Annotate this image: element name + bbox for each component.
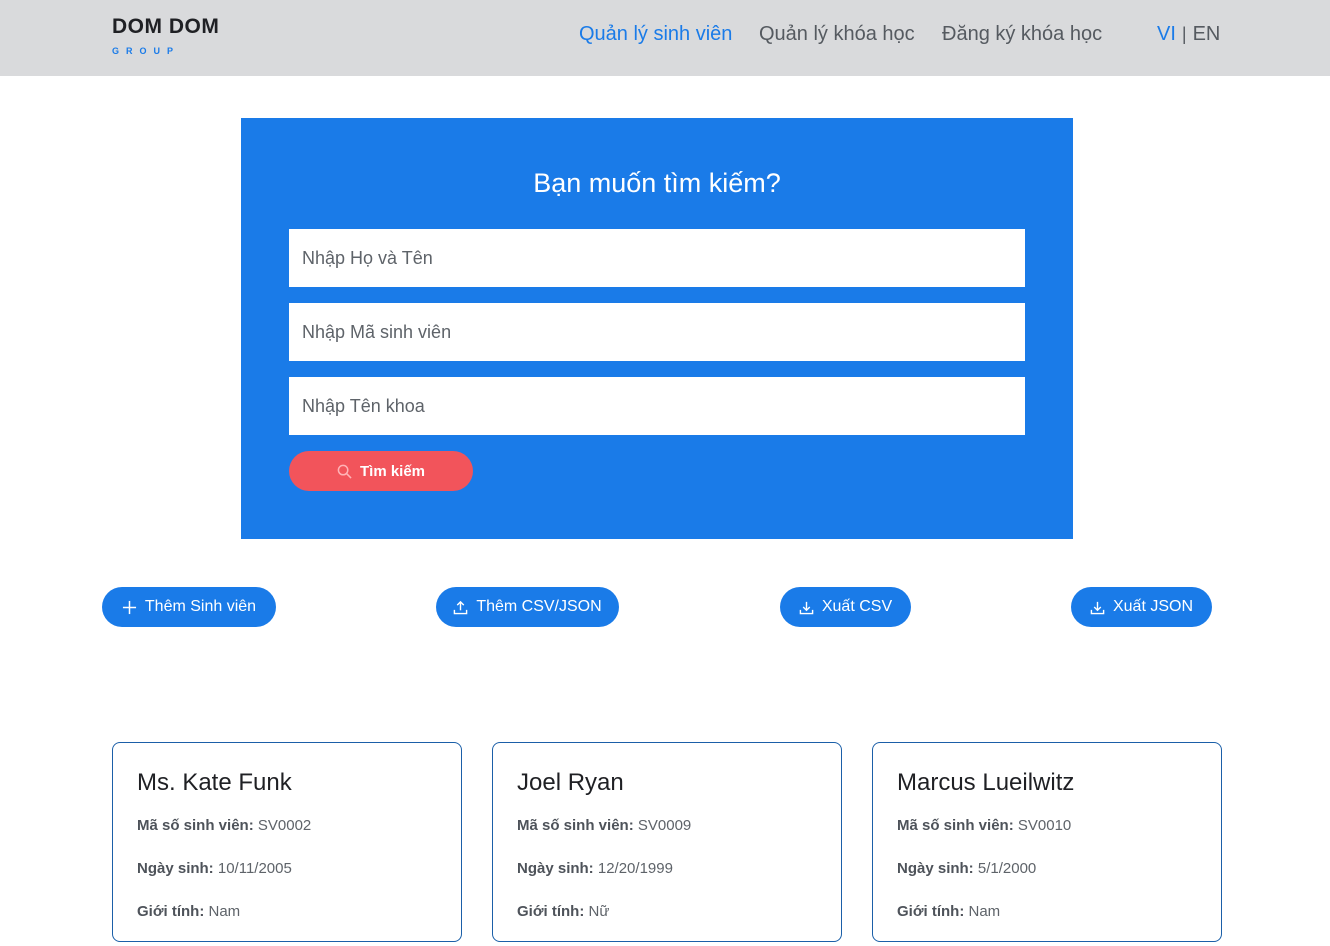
download-icon — [1090, 600, 1105, 615]
student-id-value: SV0010 — [1017, 817, 1072, 834]
student-dob-label: Ngày sinh: — [517, 860, 594, 877]
nav-item-course-management[interactable]: Quản lý khóa học — [759, 23, 915, 46]
student-gender-value: Nữ — [588, 903, 610, 920]
search-icon — [337, 464, 352, 479]
download-icon — [799, 600, 814, 615]
student-id-search-input[interactable] — [289, 303, 1025, 361]
student-id-label: Mã số sinh viên: — [897, 817, 1014, 834]
student-dob-row: Ngày sinh: 10/11/2005 — [137, 860, 437, 903]
add-student-button[interactable]: Thêm Sinh viên — [102, 587, 276, 627]
student-name: Joel Ryan — [517, 769, 624, 796]
student-card[interactable]: Marcus Lueilwitz Mã số sinh viên: SV0010… — [872, 742, 1222, 942]
add-student-label: Thêm Sinh viên — [144, 598, 257, 615]
student-dob-row: Ngày sinh: 12/20/1999 — [517, 860, 817, 903]
lang-vi-link[interactable]: VI — [1157, 23, 1176, 45]
student-name: Ms. Kate Funk — [137, 769, 292, 796]
export-csv-button[interactable]: Xuất CSV — [780, 587, 911, 627]
search-panel: Bạn muốn tìm kiếm? Tìm kiếm — [241, 118, 1073, 539]
export-json-label: Xuất JSON — [1112, 598, 1194, 615]
search-button-label: Tìm kiếm — [359, 462, 426, 480]
student-id-label: Mã số sinh viên: — [517, 817, 634, 834]
search-button[interactable]: Tìm kiếm — [289, 451, 473, 491]
export-csv-label: Xuất CSV — [821, 598, 893, 615]
student-dob-label: Ngày sinh: — [897, 860, 974, 877]
student-card[interactable]: Ms. Kate Funk Mã số sinh viên: SV0002 Ng… — [112, 742, 462, 942]
student-dob-value: 10/11/2005 — [217, 860, 292, 877]
student-dob-value: 12/20/1999 — [597, 860, 673, 877]
search-title: Bạn muốn tìm kiếm? — [533, 168, 781, 198]
navbar: DOM DOM GROUP Quản lý sinh viên Quản lý … — [0, 0, 1330, 76]
nav-item-student-management[interactable]: Quản lý sinh viên — [579, 23, 732, 46]
student-id-row: Mã số sinh viên: SV0002 — [137, 817, 437, 860]
student-id-row: Mã số sinh viên: SV0010 — [897, 817, 1197, 860]
student-id-value: SV0002 — [257, 817, 312, 834]
student-gender-row: Giới tính: Nữ — [517, 903, 817, 946]
language-switcher: VI | EN — [1157, 23, 1220, 46]
upload-icon — [453, 600, 468, 615]
plus-icon — [122, 600, 137, 615]
name-search-input[interactable] — [289, 229, 1025, 287]
student-gender-row: Giới tính: Nam — [897, 903, 1197, 946]
nav-item-course-registration[interactable]: Đăng ký khóa học — [942, 23, 1102, 46]
student-gender-value: Nam — [968, 903, 1001, 920]
student-gender-label: Giới tính: — [137, 903, 205, 920]
student-gender-row: Giới tính: Nam — [137, 903, 437, 946]
student-card[interactable]: Joel Ryan Mã số sinh viên: SV0009 Ngày s… — [492, 742, 842, 942]
student-name: Marcus Lueilwitz — [897, 769, 1075, 796]
lang-en-link[interactable]: EN — [1193, 23, 1221, 45]
student-dob-label: Ngày sinh: — [137, 860, 214, 877]
student-dob-row: Ngày sinh: 5/1/2000 — [897, 860, 1197, 903]
student-dob-value: 5/1/2000 — [977, 860, 1037, 877]
nav-menu: Quản lý sinh viên Quản lý khóa học Đăng … — [0, 23, 1330, 51]
lang-separator: | — [1181, 24, 1187, 44]
student-id-label: Mã số sinh viên: — [137, 817, 254, 834]
faculty-search-input[interactable] — [289, 377, 1025, 435]
student-gender-label: Giới tính: — [897, 903, 965, 920]
student-gender-value: Nam — [208, 903, 241, 920]
student-gender-label: Giới tính: — [517, 903, 585, 920]
import-csv-json-button[interactable]: Thêm CSV/JSON — [436, 587, 619, 627]
student-id-value: SV0009 — [637, 817, 692, 834]
student-id-row: Mã số sinh viên: SV0009 — [517, 817, 817, 860]
export-json-button[interactable]: Xuất JSON — [1071, 587, 1212, 627]
import-label: Thêm CSV/JSON — [476, 598, 602, 615]
